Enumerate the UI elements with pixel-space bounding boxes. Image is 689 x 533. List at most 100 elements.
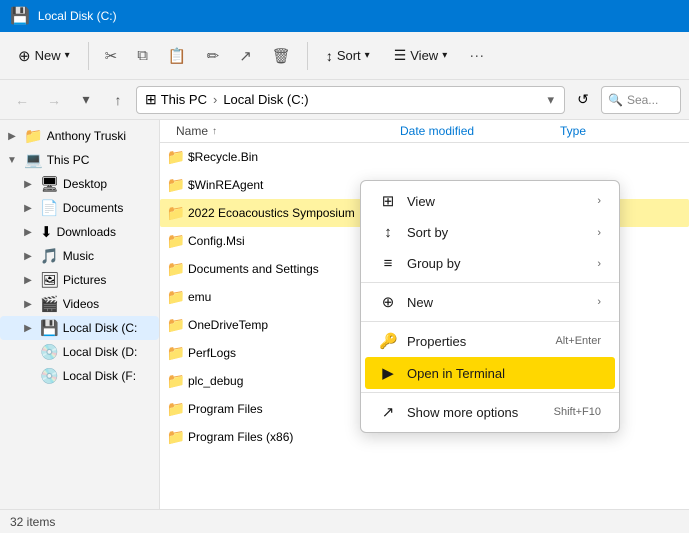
context-menu-item-view[interactable]: ⊞ View › [365, 185, 615, 217]
address-current-path: Local Disk (C:) [223, 92, 308, 107]
new-chevron-icon: ▾ [65, 50, 70, 61]
sidebar-item-videos[interactable]: ▶ 🎬 Videos [0, 292, 159, 316]
sidebar-item-thispc[interactable]: ▼ 💻 This PC [0, 148, 159, 172]
status-text: 32 items [10, 515, 55, 529]
sidebar-item-localdiskf[interactable]: 💿 Local Disk (F: [0, 364, 159, 388]
new-icon: ⊕ [18, 47, 31, 65]
paste-button[interactable]: 📋 [160, 41, 195, 71]
address-bar[interactable]: ⊞ This PC › Local Disk (C:) ▾ [136, 86, 565, 114]
item-icon: 💿 [40, 367, 59, 385]
sidebar-item-documents[interactable]: ▶ 📄 Documents [0, 196, 159, 220]
sidebar-item-downloads[interactable]: ▶ ⬇ Downloads [0, 220, 159, 244]
expand-icon: ▶ [20, 227, 36, 238]
expand-icon: ▶ [20, 203, 36, 214]
recent-locations-button[interactable]: ▾ [72, 86, 100, 114]
address-this-pc: This PC [161, 92, 207, 107]
new-button[interactable]: ⊕ New ▾ [8, 41, 80, 71]
col-type-header: Type [560, 124, 689, 138]
sort-button[interactable]: ↕ Sort ▾ [316, 42, 380, 70]
back-button[interactable]: ← [8, 86, 36, 114]
sidebar-item-localdiskd[interactable]: 💿 Local Disk (D: [0, 340, 159, 364]
toolbar-separator-1 [88, 42, 89, 70]
view-icon: ☰ [394, 47, 407, 64]
context-menu: ⊞ View › ↕ Sort by › ≡ Group by › ⊕ New … [360, 180, 620, 433]
expand-icon: ▶ [20, 179, 36, 190]
context-menu-item-properties[interactable]: 🔑 Properties Alt+Enter [365, 325, 615, 357]
sidebar-item-localdiskc[interactable]: ▶ 💾 Local Disk (C: [0, 316, 159, 340]
search-box[interactable]: 🔍 Sea... [601, 86, 681, 114]
sidebar-item-music[interactable]: ▶ 🎵 Music [0, 244, 159, 268]
delete-button[interactable]: 🗑 [264, 41, 299, 71]
context-menu-item-groupby[interactable]: ≡ Group by › [365, 248, 615, 279]
rename-button[interactable]: ✏ [199, 41, 228, 71]
sort-chevron-icon: ▾ [365, 50, 370, 61]
sidebar-item-pictures[interactable]: ▶ 🖼 Pictures [0, 268, 159, 292]
search-placeholder: Sea... [627, 93, 658, 107]
sidebar-label: Local Disk (C: [63, 321, 138, 335]
toolbar: ⊕ New ▾ ✂ ⧉ 📋 ✏ ↗ 🗑 ↕ Sort ▾ ☰ View ▾ ··… [0, 32, 689, 80]
file-row[interactable]: 📁 $Recycle.Bin [160, 143, 689, 171]
ctx-label: View [407, 194, 587, 209]
sidebar-label: Anthony Truski [47, 129, 126, 143]
ctx-label: Open in Terminal [407, 366, 601, 381]
sidebar-label: Desktop [63, 177, 107, 191]
ctx-arrow-icon: › [597, 227, 601, 239]
address-dropdown-icon: ▾ [547, 92, 554, 108]
status-bar: 32 items [0, 509, 689, 533]
context-menu-item-openinterminal[interactable]: ▶ Open in Terminal [365, 357, 615, 389]
file-icon: 📁 [164, 148, 188, 166]
context-menu-item-showmoreoptions[interactable]: ↗ Show more options Shift+F10 [365, 396, 615, 428]
file-icon: 📁 [164, 232, 188, 250]
item-icon: 📁 [24, 127, 43, 145]
share-button[interactable]: ↗ [231, 41, 260, 71]
file-name: $Recycle.Bin [188, 150, 398, 164]
file-icon: 📁 [164, 372, 188, 390]
title-bar: 💾 Local Disk (C:) [0, 0, 689, 32]
address-row: ← → ▾ ↑ ⊞ This PC › Local Disk (C:) ▾ ↺ … [0, 80, 689, 120]
sort-icon: ↕ [326, 48, 333, 64]
item-icon: 🎵 [40, 247, 59, 265]
expand-icon: ▶ [20, 251, 36, 262]
title-bar-icon: 💾 [10, 6, 30, 26]
ctx-icon: ⊕ [379, 293, 397, 311]
context-menu-item-new[interactable]: ⊕ New › [365, 286, 615, 318]
sidebar-label: Downloads [57, 225, 116, 239]
file-icon: 📁 [164, 316, 188, 334]
file-icon: 📁 [164, 344, 188, 362]
ctx-label: Group by [407, 256, 587, 271]
sidebar-label: This PC [47, 153, 90, 167]
forward-button[interactable]: → [40, 86, 68, 114]
item-icon: 💾 [40, 319, 59, 337]
item-icon: ⬇ [40, 223, 53, 241]
ctx-label: Sort by [407, 225, 587, 240]
view-label: View [410, 48, 438, 63]
cut-button[interactable]: ✂ [97, 41, 126, 71]
sidebar-item-desktop[interactable]: ▶ 🖥 Desktop [0, 172, 159, 196]
file-icon: 📁 [164, 400, 188, 418]
title-bar-text: Local Disk (C:) [38, 9, 117, 23]
up-button[interactable]: ↑ [104, 86, 132, 114]
item-icon: 💿 [40, 343, 59, 361]
more-button[interactable]: ··· [461, 41, 492, 70]
copy-button[interactable]: ⧉ [129, 41, 156, 70]
file-list-header: Name ↑ Date modified Type [160, 120, 689, 143]
ctx-label: Show more options [407, 405, 544, 420]
context-menu-item-sortby[interactable]: ↕ Sort by › [365, 217, 615, 248]
sidebar-item-anthony[interactable]: ▶ 📁 Anthony Truski [0, 124, 159, 148]
ctx-icon: ↕ [379, 224, 397, 241]
ctx-icon: 🔑 [379, 332, 397, 350]
expand-icon: ▶ [4, 131, 20, 142]
ctx-arrow-icon: › [597, 296, 601, 308]
ctx-icon: ≡ [379, 255, 397, 272]
sidebar-label: Documents [63, 201, 124, 215]
ctx-label: Properties [407, 334, 545, 349]
sidebar-label: Videos [63, 297, 99, 311]
file-icon: 📁 [164, 428, 188, 446]
file-area: Name ↑ Date modified Type 📁 $Recycle.Bin… [160, 120, 689, 509]
item-icon: 📄 [40, 199, 59, 217]
ctx-label: New [407, 295, 587, 310]
address-bar-grid-icon: ⊞ [145, 91, 157, 108]
file-icon: 📁 [164, 176, 188, 194]
refresh-button[interactable]: ↺ [569, 86, 597, 114]
view-button[interactable]: ☰ View ▾ [384, 41, 458, 70]
